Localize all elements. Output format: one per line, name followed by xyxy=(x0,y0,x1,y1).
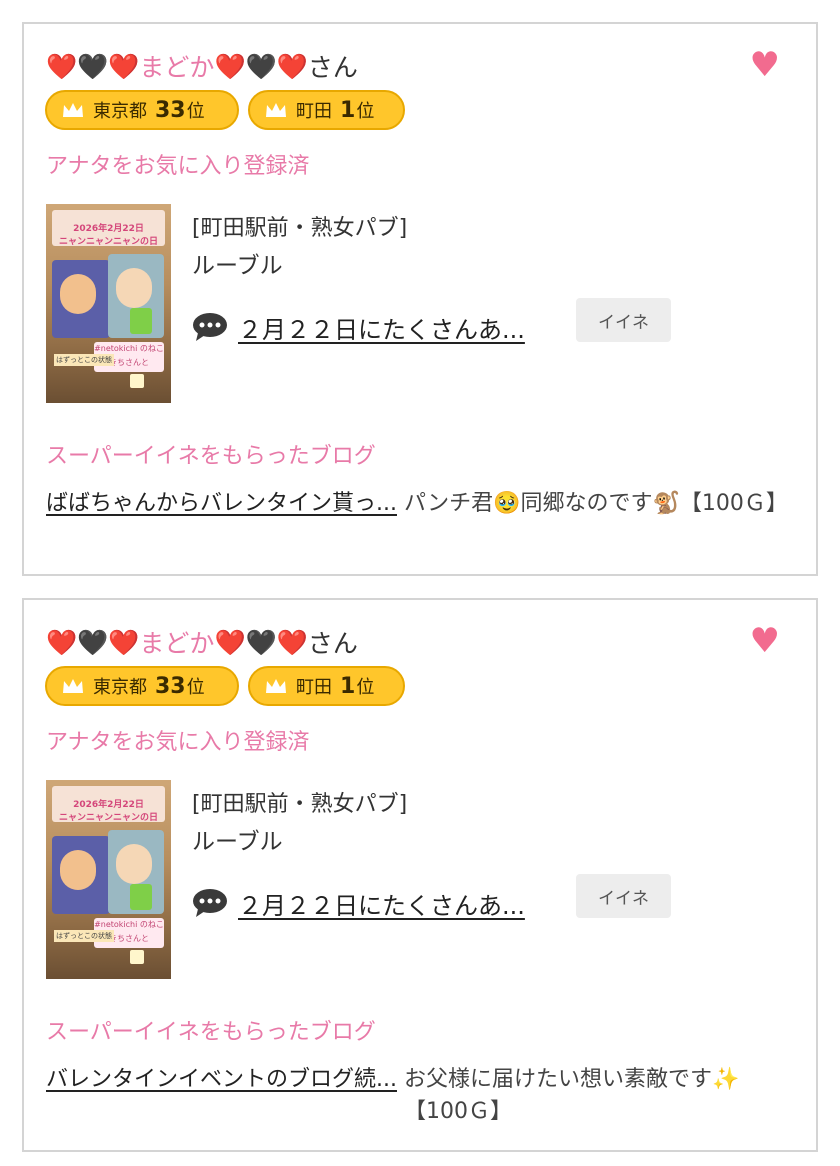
shop-name[interactable]: ルーブル xyxy=(192,822,283,856)
red-heart-icon: ❤️ xyxy=(108,51,140,81)
ranking-badge-machida[interactable]: 町田 1 位 xyxy=(248,90,405,130)
drink-glass xyxy=(130,884,152,910)
super-iine-heading: スーパーイイネをもらったブログ xyxy=(46,1020,376,1045)
black-heart-icon: 🖤 xyxy=(77,627,109,657)
badge-area: 東京都 xyxy=(93,677,147,698)
black-heart-icon: 🖤 xyxy=(77,51,109,81)
black-heart-icon: 🖤 xyxy=(245,627,277,657)
drink-glass xyxy=(130,308,152,334)
red-heart-icon: ❤️ xyxy=(108,627,140,657)
red-heart-icon: ❤️ xyxy=(276,627,308,657)
ranking-badges: 東京都 33 位 町田 1 位 xyxy=(45,90,405,130)
red-heart-icon: ❤️ xyxy=(214,51,246,81)
favorite-status: アナタをお気に入り登録済 xyxy=(46,730,310,755)
shop-area: [町田駅前・熟女パブ] xyxy=(192,792,408,817)
super-iine-heading: スーパーイイネをもらったブログ xyxy=(46,444,376,469)
ranking-badge-machida[interactable]: 町田 1 位 xyxy=(248,666,405,706)
thumbnail-date: 2026年2月22日 xyxy=(73,800,144,810)
shop-name[interactable]: ルーブル xyxy=(192,246,283,280)
thumbnail-date: 2026年2月22日 xyxy=(73,224,144,234)
person-face xyxy=(116,268,152,308)
badge-rank-unit: 位 xyxy=(186,101,205,122)
thumbnail-header: 2026年2月22日 ニャンニャンニャンの日 xyxy=(52,786,165,823)
badge-rank: 33 xyxy=(155,673,186,699)
badge-rank-unit: 位 xyxy=(186,677,205,698)
thumbnail-headline: ニャンニャンニャンの日 xyxy=(58,813,158,823)
blog-title-link[interactable]: ２月２２日にたくさんあ... xyxy=(238,310,525,345)
badge-rank: 1 xyxy=(340,673,356,699)
super-iine-comment: パンチ君🥹同郷なのです🐒【100Ｇ】 xyxy=(404,491,788,516)
favorite-status: アナタをお気に入り登録済 xyxy=(46,154,310,179)
badge-area: 東京都 xyxy=(93,101,147,122)
sticker-icon xyxy=(130,950,144,964)
sticker-icon xyxy=(130,374,144,388)
user-name[interactable]: まどか xyxy=(139,624,214,660)
favorite-heart-icon[interactable]: ♥ xyxy=(750,48,780,82)
honorific: さん xyxy=(307,629,358,658)
thumbnail-footer: はずっとこの状態 xyxy=(54,354,114,366)
user-card: ❤️ 🖤 ❤️ まどか ❤️ 🖤 ❤️ さん ♥ 東京都 33 位 町田 1 位… xyxy=(22,22,818,576)
person-face xyxy=(60,850,96,890)
badge-area: 町田 xyxy=(296,101,332,122)
thumbnail-headline: ニャンニャンニャンの日 xyxy=(58,237,158,247)
blog-thumbnail[interactable]: 2026年2月22日 ニャンニャンニャンの日 #netokichi のねこきちさ… xyxy=(46,780,171,979)
red-heart-icon: ❤️ xyxy=(46,51,78,81)
crown-icon xyxy=(266,679,286,693)
red-heart-icon: ❤️ xyxy=(46,627,78,657)
blog-title-link[interactable]: ２月２２日にたくさんあ... xyxy=(238,886,525,921)
badge-rank-unit: 位 xyxy=(356,677,375,698)
badge-area: 町田 xyxy=(296,677,332,698)
speech-bubble-icon xyxy=(193,313,227,341)
crown-icon xyxy=(63,679,83,693)
red-heart-icon: ❤️ xyxy=(276,51,308,81)
ranking-badges: 東京都 33 位 町田 1 位 xyxy=(45,666,405,706)
super-iine-comment: お父様に届けたい想い素敵です✨【100Ｇ】 xyxy=(404,1067,740,1124)
badge-rank: 33 xyxy=(155,97,186,123)
user-card: ❤️ 🖤 ❤️ まどか ❤️ 🖤 ❤️ さん ♥ 東京都 33 位 町田 1 位… xyxy=(22,598,818,1152)
badge-rank: 1 xyxy=(340,97,356,123)
speech-bubble-icon xyxy=(193,889,227,917)
person-face xyxy=(116,844,152,884)
shop-area: [町田駅前・熟女パブ] xyxy=(192,216,408,241)
ranking-badge-tokyo[interactable]: 東京都 33 位 xyxy=(45,666,239,706)
thumbnail-footer: はずっとこの状態 xyxy=(54,930,114,942)
thumbnail-header: 2026年2月22日 ニャンニャンニャンの日 xyxy=(52,210,165,247)
user-name[interactable]: まどか xyxy=(139,48,214,84)
person-face xyxy=(60,274,96,314)
ranking-badge-tokyo[interactable]: 東京都 33 位 xyxy=(45,90,239,130)
iine-button[interactable]: イイネ xyxy=(576,874,671,918)
badge-rank-unit: 位 xyxy=(356,101,375,122)
user-name-row[interactable]: ❤️ 🖤 ❤️ まどか ❤️ 🖤 ❤️ さん xyxy=(46,46,358,86)
user-name-row[interactable]: ❤️ 🖤 ❤️ まどか ❤️ 🖤 ❤️ さん xyxy=(46,622,358,662)
iine-button[interactable]: イイネ xyxy=(576,298,671,342)
super-iine-blog-link[interactable]: バレンタインイベントのブログ続... xyxy=(46,1064,398,1096)
blog-thumbnail[interactable]: 2026年2月22日 ニャンニャンニャンの日 #netokichi のねこきちさ… xyxy=(46,204,171,403)
black-heart-icon: 🖤 xyxy=(245,51,277,81)
honorific: さん xyxy=(307,53,358,82)
crown-icon xyxy=(266,103,286,117)
crown-icon xyxy=(63,103,83,117)
super-iine-blog-link[interactable]: ばばちゃんからバレンタイン貰っ... xyxy=(46,488,398,520)
favorite-heart-icon[interactable]: ♥ xyxy=(750,624,780,658)
red-heart-icon: ❤️ xyxy=(214,627,246,657)
